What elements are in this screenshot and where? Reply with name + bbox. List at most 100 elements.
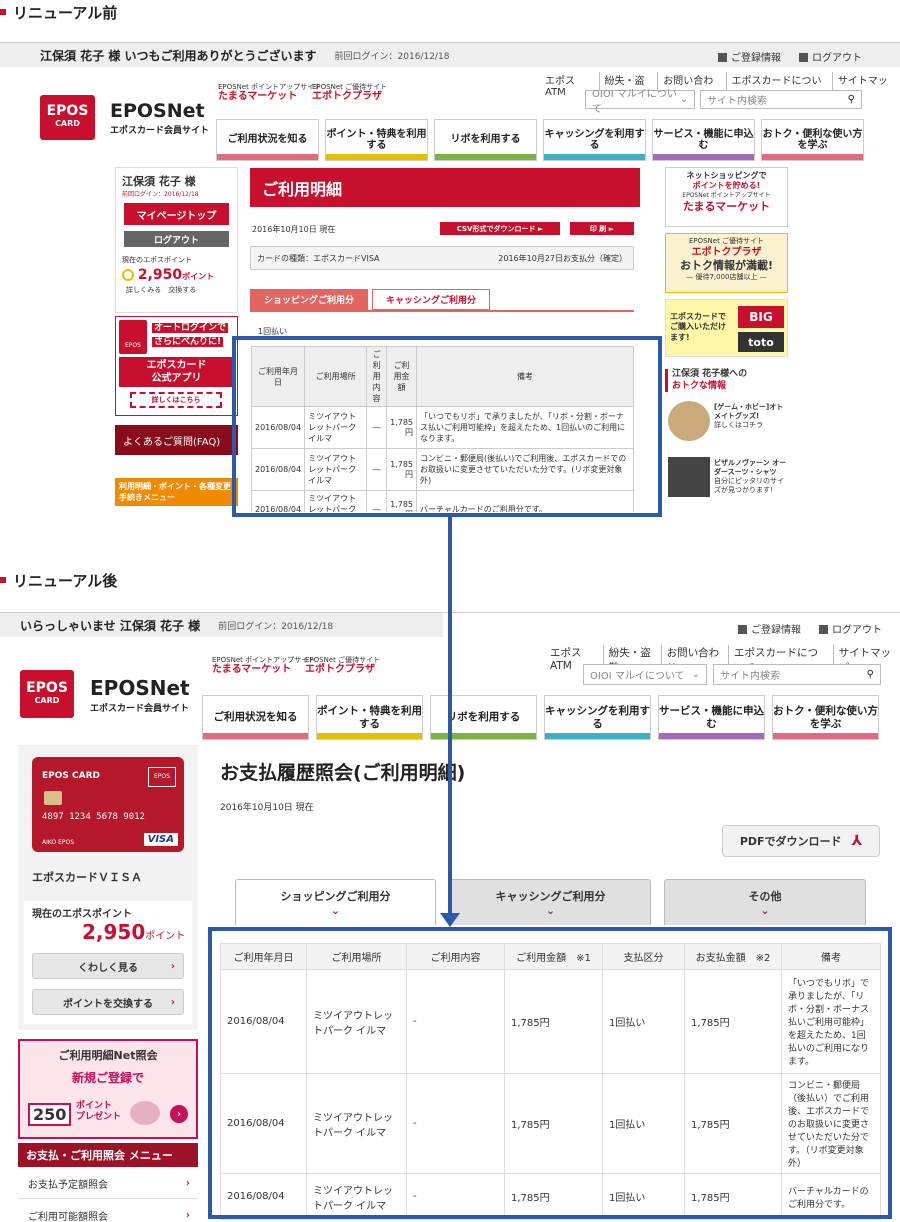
chevron-down-icon: ⌄ — [545, 904, 556, 917]
logout-link[interactable]: ログアウト — [799, 49, 862, 64]
promo-epotoku[interactable]: EPOSNet ご優待サイト エポトクプラザ — [312, 83, 387, 103]
promo-epotoku[interactable]: EPOSNet ご優待サイト エポトクプラザ — [305, 656, 380, 676]
greeting-text: 江保須 花子 様 いつもご利用ありがとうございます — [40, 48, 317, 63]
brand-name: EPOSNet — [90, 676, 190, 700]
greeting-text: いらっしゃいませ 江保須 花子 様 — [20, 618, 201, 633]
logout-button[interactable]: ログアウト — [124, 231, 229, 247]
ad-epotoku[interactable]: EPOSNet ご優待サイト エポトクプラザ おトク情報が満載! — 優待7,000店… — [665, 233, 788, 293]
pdf-icon: ⅄ — [851, 833, 863, 849]
greeting-bar: いらっしゃいませ 江保須 花子 様 前回ログイン：2016/12/18 — [0, 613, 443, 637]
logout-icon — [819, 625, 828, 634]
csv-download-button[interactable]: CSV形式でダウンロード ► — [440, 222, 560, 235]
nav-cashing[interactable]: キャッシングを利用する — [544, 695, 651, 740]
epos-logo[interactable]: EPOS CARD — [20, 670, 74, 718]
menu-title: お支払・ご利用照会 メニュー — [18, 1143, 198, 1167]
points-value: 2,950 — [137, 267, 183, 283]
tab-other[interactable]: その他 ⌄ — [664, 879, 866, 925]
points-display: 2,950ポイント — [82, 920, 186, 944]
highlight-box-after — [208, 927, 892, 1219]
user-name: 江保須 花子 様 — [122, 175, 196, 188]
registration-link[interactable]: ご登録情報 — [738, 621, 801, 636]
chip-icon — [44, 791, 62, 805]
card-name: エポスカードＶＩＳＡ — [32, 871, 142, 884]
logout-icon — [799, 53, 808, 62]
points-label: 現在のエポスポイント — [122, 256, 192, 264]
person-icon — [718, 53, 727, 62]
nav-points[interactable]: ポイント・特典を利用する — [325, 119, 428, 161]
promo-tamaru[interactable]: EPOSNet ポイントアップサイト たまるマーケット — [218, 83, 321, 103]
card-image: EPOS CARD EPOS 4897 1234 5678 9012 AIKO … — [32, 757, 184, 852]
mypage-button[interactable]: マイページトップ — [124, 203, 229, 225]
chevron-right-icon: › — [170, 960, 175, 972]
nav-tips[interactable]: おトク・便利な使い方を学ぶ — [761, 119, 864, 161]
last-login: 前回ログイン：2016/12/18 — [218, 621, 334, 632]
menu-item-available-amount[interactable]: ご利用可能額照会 › — [18, 1201, 198, 1222]
page-title: ご利用明細 — [250, 168, 640, 207]
logout-link[interactable]: ログアウト — [819, 621, 882, 636]
print-button[interactable]: 印 刷 ► — [570, 222, 634, 235]
procedure-menu[interactable]: 利用明細・ポイント・各種変更手続きメニュー — [115, 478, 238, 506]
brand-name: EPOSNet — [110, 100, 205, 122]
ad-big-toto[interactable]: エポスカードでご購入いただけます! BIG toto — [665, 299, 788, 357]
section-heading-before: リニューアル前 — [0, 2, 117, 22]
pdf-download-button[interactable]: PDFでダウンロード ⅄ — [722, 825, 880, 857]
tab-shopping[interactable]: ショッピングご利用分 — [250, 289, 368, 310]
recommend-image-2[interactable] — [668, 457, 710, 497]
user-panel: 江保須 花子 様 前回ログイン：2016/12/18 マイページトップ ログアウ… — [115, 167, 238, 313]
coin-icon — [130, 1101, 160, 1125]
marui-select[interactable]: OIOI マルイについて ⌄ — [583, 664, 707, 685]
nav-usage[interactable]: ご利用状況を知る — [216, 119, 319, 161]
user-last-login: 前回ログイン：2016/12/18 — [122, 191, 199, 198]
nav-services[interactable]: サービス・機能に申込む — [658, 695, 765, 740]
point-coin-icon — [122, 269, 134, 281]
epos-logo[interactable]: EPOS CARD — [40, 95, 95, 140]
card-panel: EPOS CARD EPOS 4897 1234 5678 9012 AIKO … — [18, 745, 198, 1030]
brand-sub: エポスカード会員サイト — [90, 704, 190, 714]
nav-cashing[interactable]: キャッシングを利用する — [543, 119, 646, 161]
as-of-date: 2016年10月10日 現在 — [252, 225, 336, 234]
section-heading-after: リニューアル後 — [0, 570, 117, 590]
points-detail-button[interactable]: くわしく見る › — [32, 953, 184, 979]
nav-tips[interactable]: おトク・便利な使い方を学ぶ — [772, 695, 879, 740]
ad-tamaru[interactable]: ネットショッピングで ポイントを貯める! EPOSNet ポイントアップサイト たまる… — [665, 167, 788, 227]
nav-revolving[interactable]: リボを利用する — [434, 119, 537, 161]
recommend-item-1[interactable]: [ゲーム・ホビー]オトメイトグッズ! 詳しくはコチラ — [714, 403, 788, 430]
app-detail-button[interactable]: 詳しくはこちら — [130, 392, 222, 408]
points-exchange-button[interactable]: ポイントを交換する › — [32, 989, 184, 1015]
recommend-item-2[interactable]: ビザルノヴァーン オーダースーツ・シャツ 自分にピッタリのサイズが見つかります! — [714, 459, 788, 495]
search-input[interactable]: サイト内検索 ⚲ — [700, 90, 862, 109]
arrow-right-icon[interactable]: › — [170, 1105, 188, 1123]
search-icon[interactable]: ⚲ — [867, 669, 874, 680]
net-registration-banner[interactable]: ご利用明細Net照会 新規ご登録で 250 ポイント プレゼント › — [18, 1039, 198, 1139]
recommend-title: 江保須 花子様への おトクな情報 — [665, 369, 788, 393]
menu-item-payment-schedule[interactable]: お支払予定額照会 › — [18, 1169, 198, 1199]
marui-select[interactable]: OIOI マルイについて ⌄ — [585, 89, 695, 115]
highlight-box-before — [232, 336, 662, 517]
app-icon: EPOS — [119, 320, 147, 354]
search-input[interactable]: サイト内検索 ⚲ — [713, 664, 881, 685]
nav-usage[interactable]: ご利用状況を知る — [202, 695, 309, 740]
chevron-down-icon: ⌄ — [760, 904, 770, 917]
registration-link[interactable]: ご登録情報 — [718, 49, 781, 64]
page-title: お支払履歴照会(ご利用明細) — [220, 762, 466, 784]
visa-logo: VISA — [143, 833, 178, 846]
recommend-image-1[interactable] — [668, 401, 710, 441]
chevron-right-icon: › — [185, 1178, 190, 1189]
points-links[interactable]: 詳しくみる 交換する — [126, 285, 227, 295]
chevron-down-icon: ⌄ — [679, 94, 688, 105]
tab-cashing[interactable]: キャッシングご利用分 ⌄ — [450, 879, 651, 925]
search-icon[interactable]: ⚲ — [848, 94, 855, 105]
account-links: ご登録情報 ログアウト — [718, 49, 862, 64]
tab-shopping[interactable]: ショッピングご利用分 ⌄ — [235, 879, 436, 925]
app-banner[interactable]: EPOS オートログインで さらにべんりに! エポスカード 公式アプリ 詳しくはこち… — [115, 316, 238, 416]
brand-sub: エポスカード会員サイト — [110, 126, 210, 136]
last-login: 前回ログイン：2016/12/18 — [334, 51, 450, 62]
nav-points[interactable]: ポイント・特典を利用する — [316, 695, 423, 740]
faq-link[interactable]: よくあるご質問(FAQ) — [115, 425, 238, 455]
chevron-right-icon: › — [185, 1210, 190, 1221]
account-links: ご登録情報 ログアウト — [738, 621, 882, 636]
tab-cashing[interactable]: キャッシングご利用分 — [372, 289, 490, 310]
nav-services[interactable]: サービス・機能に申込む — [652, 119, 755, 161]
as-of-date: 2016年10月10日 現在 — [220, 803, 314, 813]
promo-tamaru[interactable]: EPOSNet ポイントアップサイト たまるマーケット — [212, 656, 315, 676]
